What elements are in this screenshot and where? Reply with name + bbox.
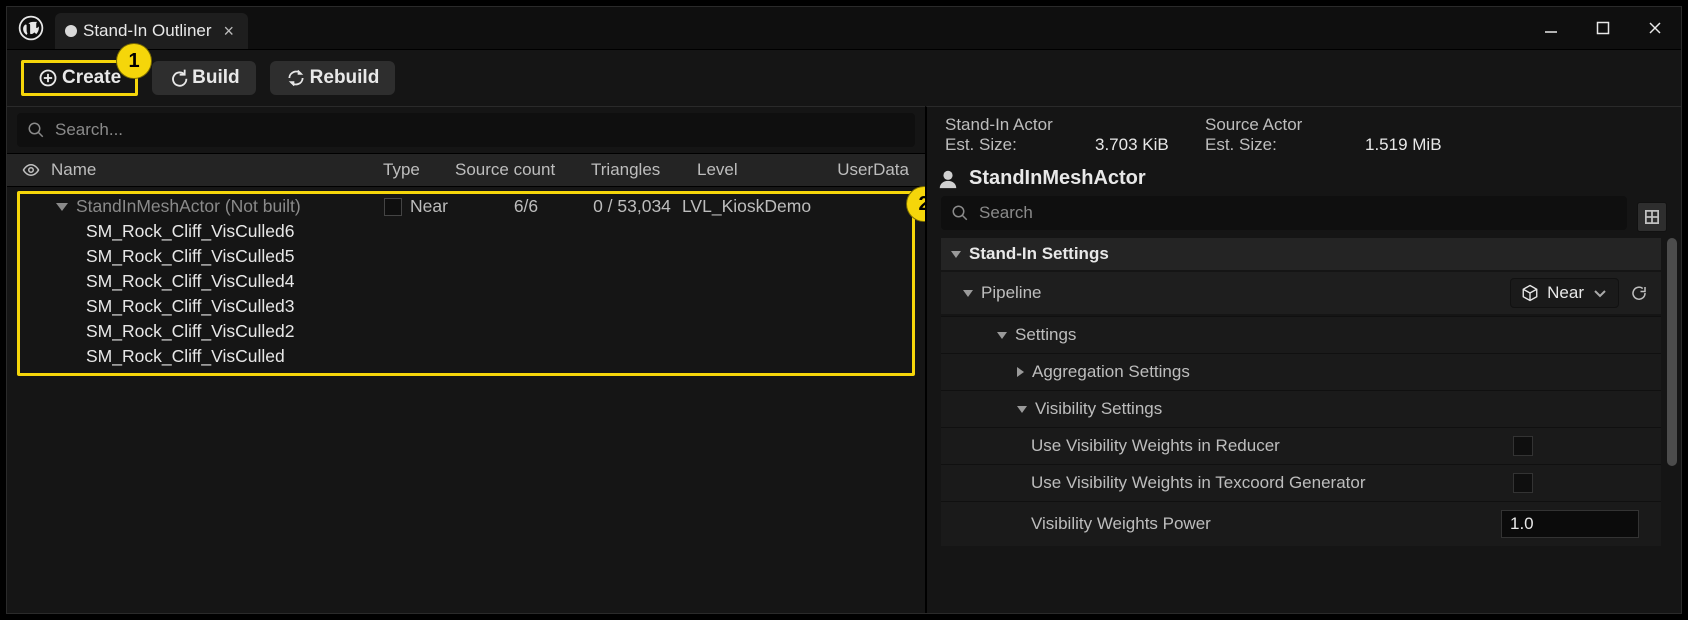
checkbox-vis-reducer[interactable] [1513, 436, 1533, 456]
row-settings[interactable]: Settings [941, 316, 1661, 353]
eye-icon [22, 161, 40, 179]
tree-parent-row[interactable]: StandInMeshActor (Not built) Near 6/6 0 … [20, 194, 912, 219]
input-vis-power[interactable]: 1.0 [1501, 510, 1639, 538]
build-button-label: Build [192, 67, 240, 89]
standin-est-size-label: Est. Size: [945, 135, 1095, 155]
tree-header: Name Type Source count Triangles Level U… [7, 153, 925, 187]
row-visibility-settings[interactable]: Visibility Settings [941, 390, 1661, 427]
reset-icon [1630, 284, 1648, 302]
settings-grid-button[interactable] [1637, 202, 1667, 232]
column-source-count[interactable]: Source count [449, 158, 585, 182]
chevron-right-icon [1017, 367, 1024, 377]
stats: Stand-In Actor Source Actor Est. Size: 3… [927, 107, 1681, 161]
details-search-input[interactable] [969, 202, 1617, 224]
tree-child-row[interactable]: SM_Rock_Cliff_VisCulled6 [20, 219, 912, 244]
actor-icon [937, 168, 959, 190]
rebuild-button-label: Rebuild [310, 67, 380, 89]
chevron-down-icon [951, 251, 961, 258]
details-header: StandInMeshActor [927, 161, 1681, 196]
chevron-down-icon [997, 332, 1007, 339]
tree-body-highlight: StandInMeshActor (Not built) Near 6/6 0 … [17, 191, 915, 376]
tab-dot-icon [65, 25, 77, 37]
search-icon [27, 121, 45, 139]
source-est-size-label: Est. Size: [1205, 135, 1365, 155]
toolbar: Create Build Rebuild 1 [7, 50, 1681, 106]
row-pipeline[interactable]: Pipeline Near [941, 272, 1661, 314]
properties: Stand-In Settings Pipeline Near [941, 238, 1681, 613]
parent-name: StandInMeshActor (Not built) [76, 196, 376, 217]
details-search[interactable] [941, 196, 1627, 230]
row-visibility-weights-power: Visibility Weights Power 1.0 [941, 501, 1661, 546]
build-icon [168, 68, 188, 88]
scrollbar-thumb[interactable] [1667, 238, 1677, 466]
window: Stand-In Outliner × Create Build Reb [6, 6, 1682, 614]
row-use-visibility-weights-texcoord: Use Visibility Weights in Texcoord Gener… [941, 464, 1661, 501]
reset-button[interactable] [1627, 281, 1651, 305]
tab-standin-outliner[interactable]: Stand-In Outliner × [55, 13, 248, 49]
standin-actor-title: Stand-In Actor [945, 115, 1095, 135]
outliner-panel: Name Type Source count Triangles Level U… [7, 106, 925, 613]
close-icon[interactable]: × [218, 22, 235, 40]
scrollbar[interactable] [1667, 238, 1677, 606]
callout-1: 1 [117, 44, 151, 78]
title-bar: Stand-In Outliner × [7, 7, 1681, 50]
outliner-search-input[interactable] [45, 119, 905, 141]
plus-circle-icon [38, 68, 58, 88]
chevron-down-icon [1592, 285, 1608, 301]
section-standin-settings[interactable]: Stand-In Settings [941, 238, 1661, 270]
details-panel: Stand-In Actor Source Actor Est. Size: 3… [925, 106, 1681, 613]
tree-child-row[interactable]: SM_Rock_Cliff_VisCulled4 [20, 269, 912, 294]
cube-icon [1521, 284, 1539, 302]
column-name[interactable]: Name [45, 158, 377, 182]
search-icon [951, 204, 969, 222]
chevron-down-icon [963, 290, 973, 297]
parent-type: Near [410, 196, 470, 217]
chevron-down-icon[interactable] [56, 203, 68, 211]
close-button[interactable] [1629, 7, 1681, 49]
outliner-search[interactable] [17, 113, 915, 147]
parent-checkbox[interactable] [384, 198, 402, 216]
parent-level: LVL_KioskDemo [682, 196, 842, 217]
parent-source: 6/6 [470, 196, 582, 217]
checkbox-vis-texcoord[interactable] [1513, 473, 1533, 493]
tab-title: Stand-In Outliner [83, 21, 212, 41]
unreal-engine-logo-icon [7, 7, 55, 49]
column-type[interactable]: Type [377, 158, 449, 182]
column-level[interactable]: Level [691, 158, 829, 182]
tree-child-row[interactable]: SM_Rock_Cliff_VisCulled [20, 344, 912, 369]
column-visibility[interactable] [17, 161, 45, 179]
parent-triangles: 0 / 53,034 [582, 196, 682, 217]
content: Name Type Source count Triangles Level U… [7, 106, 1681, 613]
tree-child-row[interactable]: SM_Rock_Cliff_VisCulled5 [20, 244, 912, 269]
maximize-button[interactable] [1577, 7, 1629, 49]
standin-est-size-value: 3.703 KiB [1095, 135, 1205, 155]
window-controls [1525, 7, 1681, 49]
column-userdata[interactable]: UserData [831, 158, 915, 182]
create-button-label: Create [62, 67, 121, 89]
row-aggregation-settings[interactable]: Aggregation Settings [941, 353, 1661, 390]
details-title: StandInMeshActor [969, 167, 1146, 190]
rebuild-icon [286, 68, 306, 88]
minimize-button[interactable] [1525, 7, 1577, 49]
pipeline-dropdown[interactable]: Near [1510, 278, 1619, 308]
column-triangles[interactable]: Triangles [585, 158, 691, 182]
rebuild-button[interactable]: Rebuild [270, 61, 396, 95]
row-use-visibility-weights-reducer: Use Visibility Weights in Reducer [941, 427, 1661, 464]
tree-child-row[interactable]: SM_Rock_Cliff_VisCulled2 [20, 319, 912, 344]
grid-icon [1645, 210, 1659, 224]
tree-child-row[interactable]: SM_Rock_Cliff_VisCulled3 [20, 294, 912, 319]
build-button[interactable]: Build [152, 61, 256, 95]
source-actor-title: Source Actor [1205, 115, 1365, 135]
chevron-down-icon [1017, 406, 1027, 413]
source-est-size-value: 1.519 MiB [1365, 135, 1475, 155]
